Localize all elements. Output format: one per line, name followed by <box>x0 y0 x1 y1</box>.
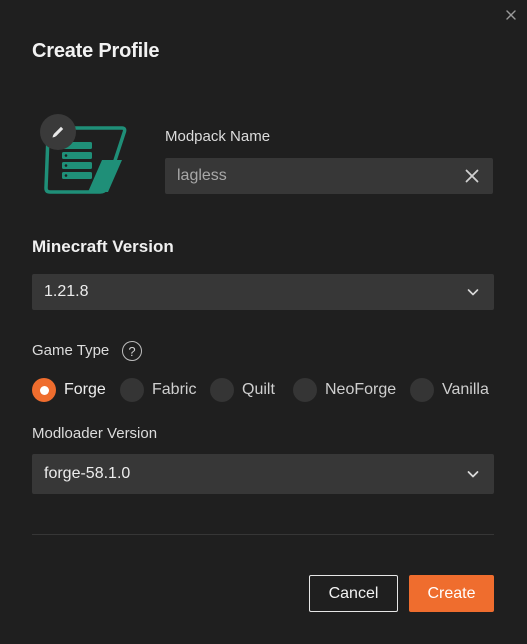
create-button[interactable]: Create <box>409 575 494 612</box>
pencil-icon <box>52 126 64 138</box>
modloader-version-label: Modloader Version <box>32 425 158 442</box>
minecraft-version-title: Minecraft Version <box>32 237 174 256</box>
radio-label-neoforge: NeoForge <box>325 381 397 398</box>
radio-circle <box>210 378 234 402</box>
minecraft-version-select[interactable]: 1.21.8 <box>32 274 494 310</box>
radio-label-vanilla: Vanilla <box>442 381 489 398</box>
modpack-name-value: lagless <box>177 167 227 184</box>
create-profile-dialog: Create Profile Modpack Name lagless Mine… <box>0 0 527 644</box>
chevron-down-icon <box>467 289 479 296</box>
divider <box>32 534 494 535</box>
radio-circle <box>120 378 144 402</box>
modloader-version-select[interactable]: forge-58.1.0 <box>32 454 494 494</box>
radio-forge[interactable]: Forge <box>32 377 106 403</box>
minecraft-version-value: 1.21.8 <box>44 283 89 300</box>
clear-icon[interactable] <box>463 167 481 185</box>
radio-label-quilt: Quilt <box>242 381 275 398</box>
radio-circle <box>293 378 317 402</box>
radio-fabric[interactable]: Fabric <box>120 377 196 403</box>
radio-vanilla[interactable]: Vanilla <box>410 377 489 403</box>
radio-label-fabric: Fabric <box>152 381 197 398</box>
edit-icon-button[interactable] <box>40 114 76 150</box>
close-icon[interactable] <box>506 10 516 20</box>
radio-quilt[interactable]: Quilt <box>210 377 275 403</box>
chevron-down-icon <box>467 471 479 478</box>
close-button[interactable] <box>500 4 522 26</box>
cancel-button[interactable]: Cancel <box>309 575 398 612</box>
modpack-name-label: Modpack Name <box>165 128 271 145</box>
radio-circle <box>32 378 56 402</box>
game-type-label: Game Type <box>32 342 110 359</box>
modloader-version-value: forge-58.1.0 <box>44 465 131 482</box>
dialog-title: Create Profile <box>32 40 160 62</box>
help-icon[interactable]: ? <box>122 341 142 361</box>
radio-circle <box>410 378 434 402</box>
modpack-name-input[interactable]: lagless <box>165 158 493 194</box>
radio-neoforge[interactable]: NeoForge <box>293 377 396 403</box>
radio-label-forge: Forge <box>64 381 106 398</box>
